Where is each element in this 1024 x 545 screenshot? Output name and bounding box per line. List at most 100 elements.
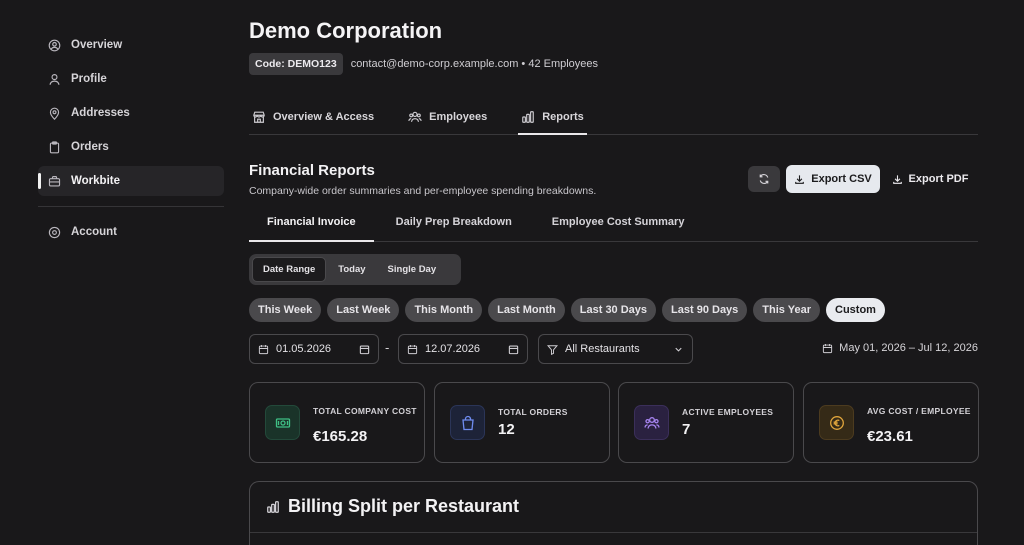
sidebar-item-profile[interactable]: Profile: [38, 64, 224, 94]
shopping-bag-icon: [461, 415, 474, 430]
preset-last-90-days[interactable]: Last 90 Days: [662, 298, 748, 322]
tab-label: Overview & Access: [273, 111, 375, 123]
stat-icon-wrap: [265, 405, 300, 440]
users-icon: [643, 416, 660, 429]
start-date-field[interactable]: 01.05.2026: [249, 334, 379, 364]
section-title: Financial Reports: [249, 162, 375, 179]
top-tabs: Overview & Access Employees Reports: [249, 100, 978, 135]
stat-icon-wrap: [450, 405, 485, 440]
sidebar-item-label: Profile: [71, 73, 107, 85]
tab-daily-prep-breakdown[interactable]: Daily Prep Breakdown: [374, 203, 530, 241]
preset-this-month[interactable]: This Month: [405, 298, 483, 322]
gear-icon: [48, 226, 61, 238]
billing-divider: [250, 532, 977, 533]
company-contact: contact@demo-corp.example.com • 42 Emplo…: [350, 58, 599, 70]
export-csv-button[interactable]: Export CSV: [786, 165, 880, 193]
download-icon: [892, 174, 902, 184]
sidebar-divider: [38, 206, 224, 207]
stat-label: ACTIVE EMPLOYEES: [682, 407, 774, 417]
stat-card-avg-cost-per-employee: AVG COST / EMPLOYEE €23.61: [803, 382, 979, 463]
chevron-down-icon: [675, 347, 682, 352]
preset-this-week[interactable]: This Week: [249, 298, 322, 322]
users-icon: [408, 111, 422, 122]
tab-financial-invoice[interactable]: Financial Invoice: [249, 203, 374, 242]
bar-chart-icon: [522, 111, 535, 123]
section-subtitle: Company-wide order summaries and per-emp…: [249, 185, 597, 197]
stat-card-active-employees: ACTIVE EMPLOYEES 7: [618, 382, 794, 463]
tab-employee-cost-summary[interactable]: Employee Cost Summary: [530, 203, 703, 241]
range-mode-single-day[interactable]: Single Day: [378, 257, 447, 282]
map-pin-icon: [49, 107, 60, 120]
range-mode-today[interactable]: Today: [328, 257, 375, 282]
tab-overview-access[interactable]: Overview & Access: [249, 100, 377, 134]
range-mode-date-range[interactable]: Date Range: [252, 257, 327, 282]
selected-range-display: May 01, 2026 – Jul 12, 2026: [822, 342, 978, 354]
sidebar-item-overview[interactable]: Overview: [38, 30, 224, 60]
export-pdf-label: Export PDF: [908, 173, 969, 185]
banknote-icon: [275, 417, 290, 428]
stat-label: TOTAL ORDERS: [498, 407, 568, 417]
range-mode-toggle: Date Range Today Single Day: [249, 254, 461, 285]
stat-card-total-orders: TOTAL ORDERS 12: [434, 382, 610, 463]
export-csv-label: Export CSV: [811, 173, 872, 185]
preset-last-30-days[interactable]: Last 30 Days: [570, 298, 657, 322]
calendar-icon: [258, 344, 269, 354]
refresh-button[interactable]: [748, 166, 780, 192]
preset-last-month[interactable]: Last Month: [488, 298, 565, 322]
sidebar-item-label: Workbite: [71, 175, 120, 187]
page-title: Demo Corporation: [249, 18, 443, 43]
billing-split-title-text: Billing Split per Restaurant: [288, 496, 520, 516]
sidebar-item-addresses[interactable]: Addresses: [38, 98, 224, 128]
tab-employees[interactable]: Employees: [405, 100, 490, 134]
selected-range-text: May 01, 2026 – Jul 12, 2026: [839, 342, 978, 354]
bar-chart-icon: [267, 500, 279, 513]
report-tabs: Financial Invoice Daily Prep Breakdown E…: [249, 203, 978, 242]
calendar-picker-icon[interactable]: [359, 344, 370, 355]
tab-reports[interactable]: Reports: [518, 100, 587, 135]
start-date-value: 01.05.2026: [276, 343, 332, 355]
sidebar-item-label: Overview: [71, 39, 123, 51]
sidebar-item-label: Addresses: [71, 107, 130, 119]
download-icon: [795, 174, 805, 184]
company-code-badge: Code: DEMO123: [249, 53, 343, 75]
stat-value: €23.61: [867, 428, 913, 445]
end-date-value: 12.07.2026: [425, 343, 481, 355]
date-separator: -: [385, 340, 390, 355]
tab-label: Employees: [429, 111, 488, 123]
clipboard-icon: [49, 140, 60, 153]
sidebar-item-account[interactable]: Account: [38, 217, 224, 247]
stat-value: 7: [682, 421, 691, 438]
stat-label: AVG COST / EMPLOYEE: [867, 406, 971, 416]
calendar-icon: [407, 344, 418, 354]
calendar-icon: [823, 343, 833, 353]
restaurant-select-value: All Restaurants: [565, 343, 640, 355]
sidebar-item-label: Account: [71, 226, 117, 238]
restaurant-select[interactable]: All Restaurants: [538, 334, 693, 364]
stat-icon-wrap: [634, 405, 669, 440]
refresh-icon: [759, 174, 769, 184]
company-meta: Code: DEMO123 contact@demo-corp.example.…: [249, 53, 598, 75]
sidebar-item-label: Orders: [71, 141, 109, 153]
stat-label: TOTAL COMPANY COST: [313, 406, 417, 416]
calendar-picker-icon[interactable]: [508, 344, 519, 355]
filter-icon: [547, 344, 558, 355]
sidebar-item-orders[interactable]: Orders: [38, 132, 224, 162]
preset-this-year[interactable]: This Year: [753, 298, 821, 322]
preset-last-week[interactable]: Last Week: [327, 298, 400, 322]
sidebar-item-workbite[interactable]: Workbite: [38, 166, 224, 196]
preset-custom[interactable]: Custom: [826, 298, 885, 322]
briefcase-icon: [48, 175, 61, 187]
export-pdf-button[interactable]: Export PDF: [887, 165, 973, 193]
end-date-field[interactable]: 12.07.2026: [398, 334, 528, 364]
euro-coin-icon: [829, 415, 844, 430]
billing-split-title: Billing Split per Restaurant: [266, 496, 519, 517]
tab-label: Reports: [542, 111, 584, 123]
sidebar: Overview Profile Addresses Orders Workbi…: [38, 30, 224, 251]
preset-chips: This Week Last Week This Month Last Mont…: [249, 298, 885, 322]
stat-icon-wrap: [819, 405, 854, 440]
stat-card-total-company-cost: TOTAL COMPANY COST €165.28: [249, 382, 425, 463]
stat-value: €165.28: [313, 428, 368, 445]
stat-value: 12: [498, 421, 515, 438]
billing-split-card: Billing Split per Restaurant: [249, 481, 978, 545]
user-icon: [49, 73, 60, 85]
